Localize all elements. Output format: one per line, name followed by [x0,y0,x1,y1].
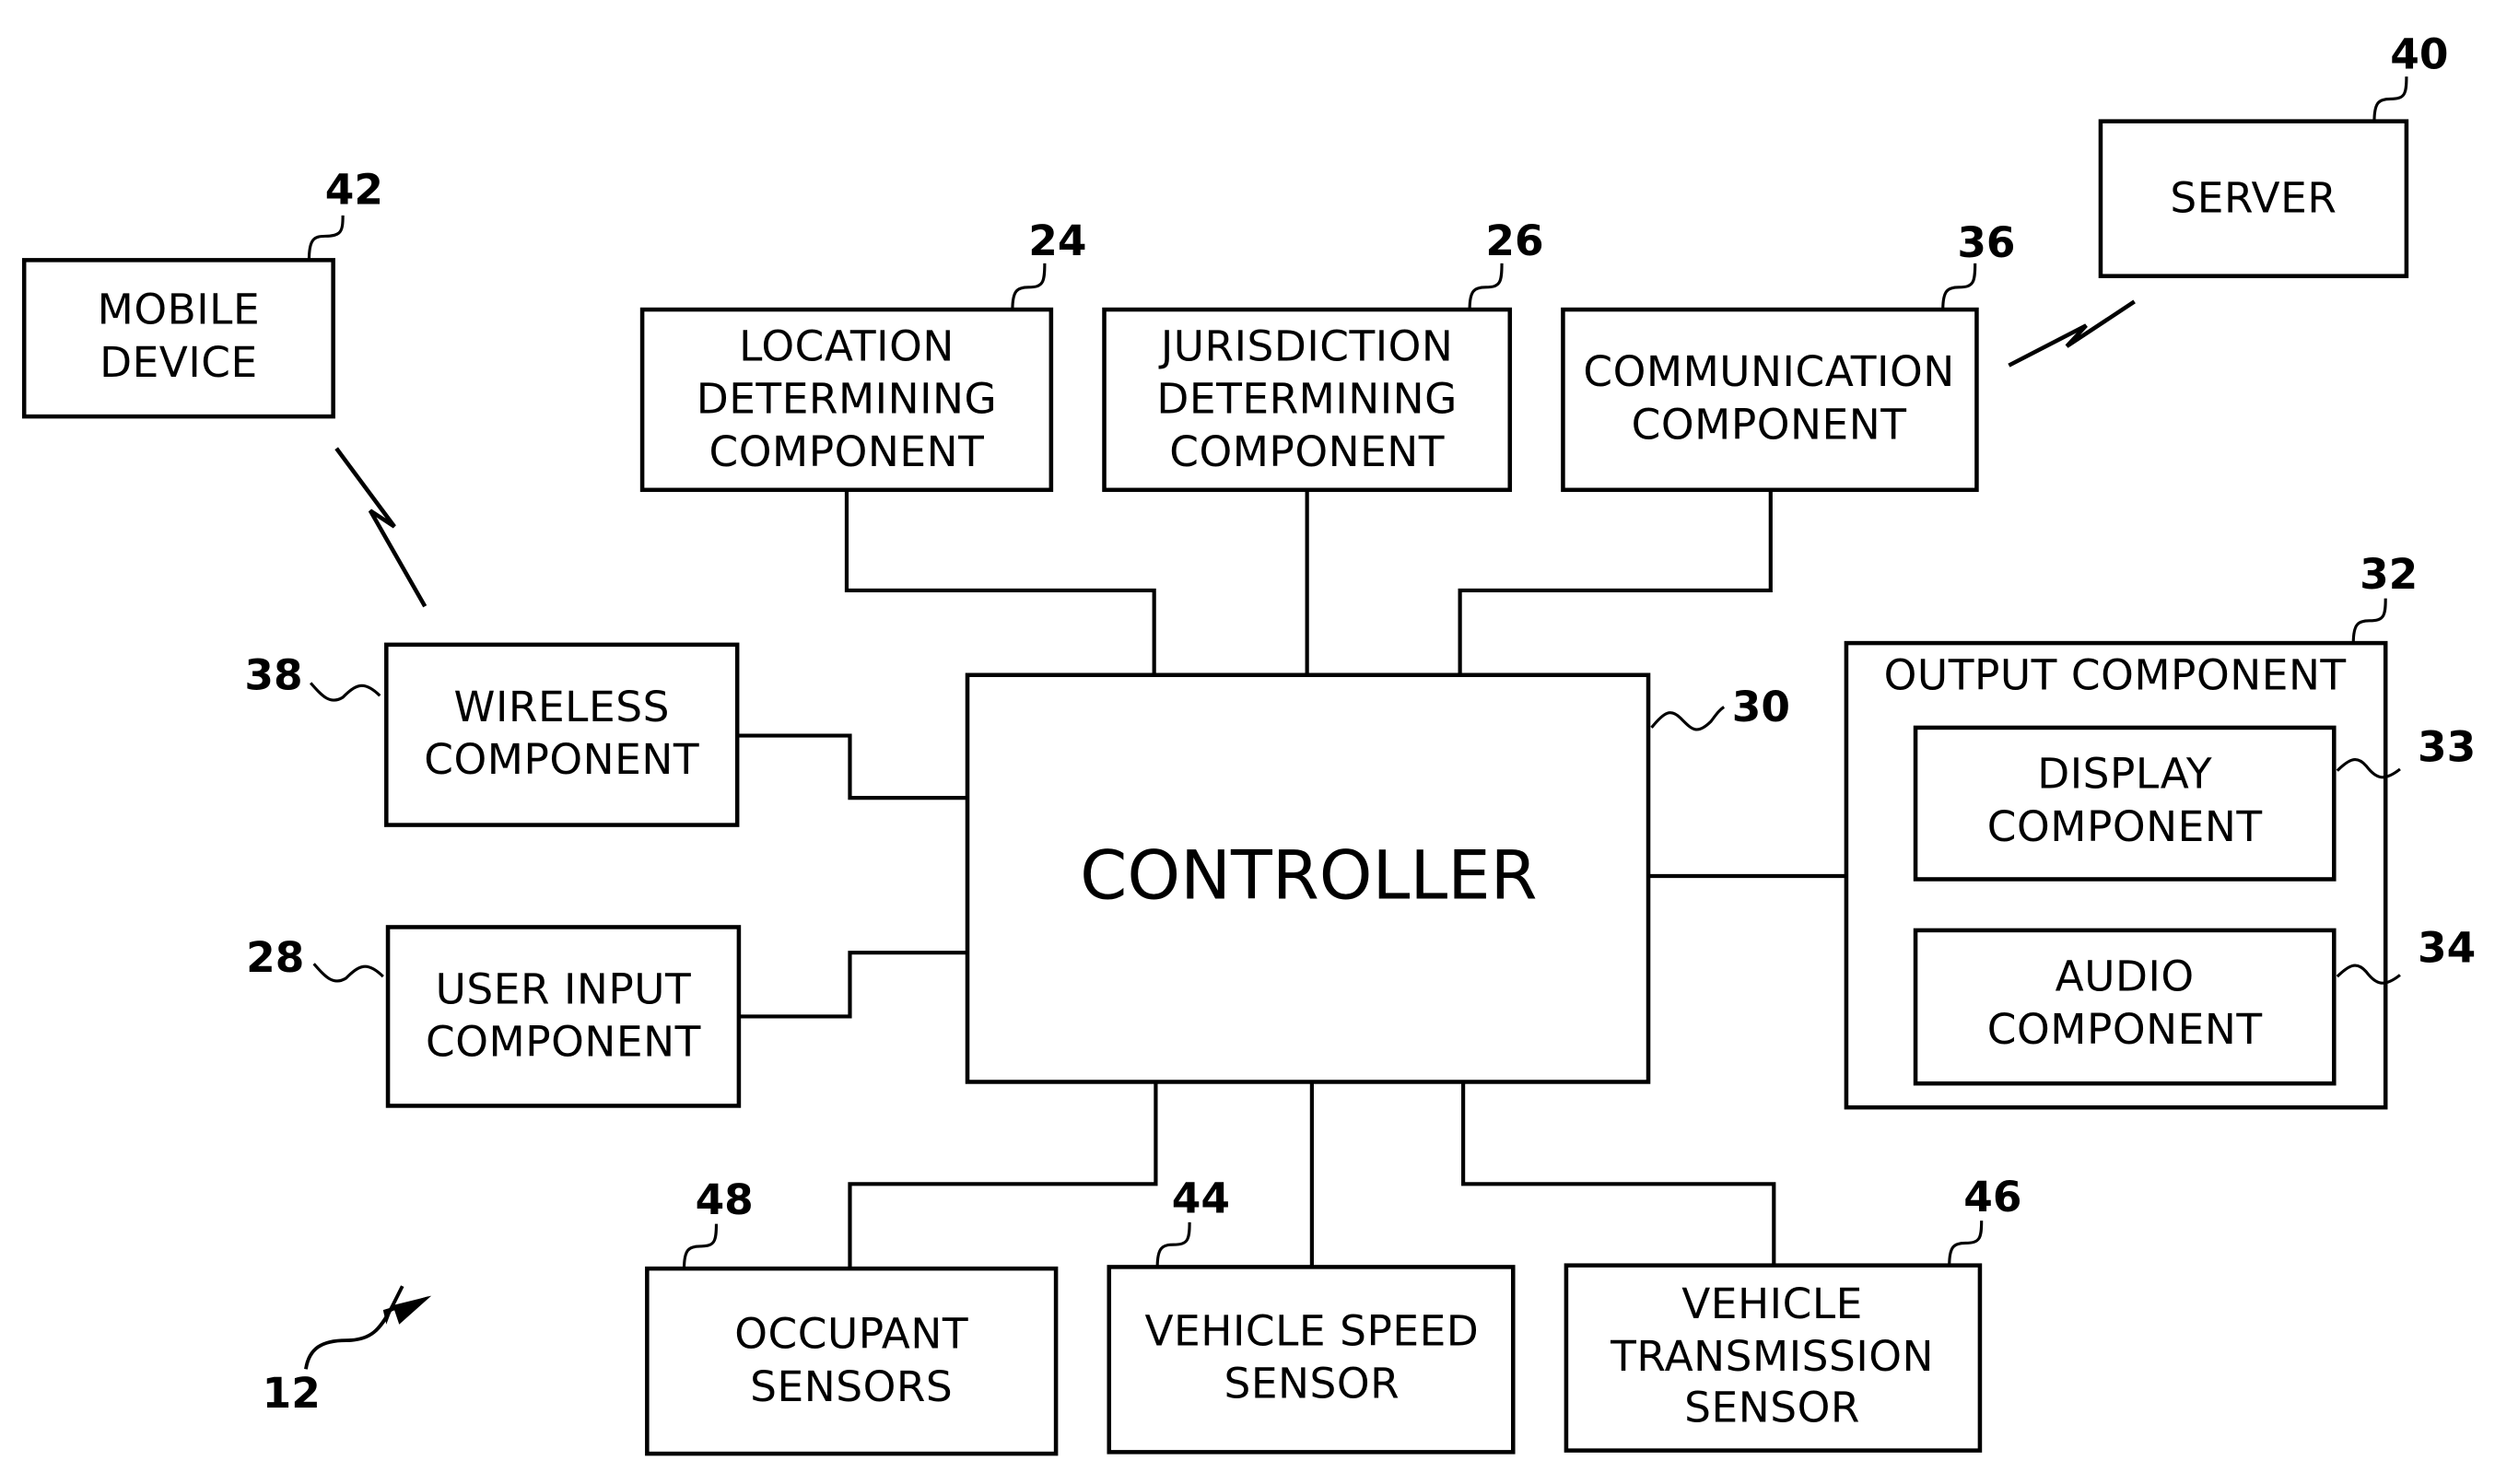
block-title: OUTPUT COMPONENT [1884,651,2347,700]
reference-numeral: 46 [1963,1173,2021,1221]
leader-line [307,215,345,261]
leader-line [2372,76,2408,122]
block-mobile-device[interactable]: MOBILE DEVICE 42 [21,166,383,419]
block-label: CONTROLLER [1080,837,1537,916]
block-label: VEHICLE SPEED [1144,1306,1479,1355]
block-label: TRANSMISSION [1610,1332,1934,1381]
block-display[interactable]: DISPLAY COMPONENT 33 [1913,722,2476,882]
block-vehicle-transmission-sensor[interactable]: VEHICLE TRANSMISSION SENSOR 46 [1564,1173,2022,1453]
wireless-link-icon-mobile [334,447,428,608]
block-location-determining[interactable]: LOCATION DETERMINING COMPONENT 24 [639,216,1086,493]
wire-communication-controller [1458,489,1773,675]
leader-line [1011,263,1047,310]
block-wireless[interactable]: WIRELESS COMPONENT 38 [244,642,740,827]
wire-wireless-controller [737,733,968,800]
leader-line [1468,263,1504,310]
block-label: USER INPUT [436,965,692,1014]
leader-line [1948,1221,1984,1266]
leader-line [682,1223,719,1269]
block-jurisdiction-determining[interactable]: JURISDICTION DETERMINING COMPONENT 26 [1102,216,1544,493]
block-label: DEVICE [100,338,258,387]
reference-numeral: 44 [1172,1174,1230,1223]
block-audio[interactable]: AUDIO COMPONENT 34 [1913,924,2476,1086]
arrowhead-icon [392,1295,432,1325]
reference-numeral: 42 [325,166,383,215]
block-label: COMMUNICATION [1583,347,1954,396]
reference-numeral: 33 [2418,722,2476,771]
wire-transmission-controller [1461,1081,1776,1266]
block-label: LOCATION [739,322,955,371]
reference-numeral: 36 [1957,218,2015,267]
block-label: COMPONENT [1987,802,2263,851]
block-server[interactable]: SERVER 40 [2098,30,2449,278]
block-label: SENSOR [1684,1384,1860,1432]
reference-numeral: 32 [2360,550,2418,599]
block-label: COMPONENT [1987,1005,2263,1054]
leader-line [312,963,384,983]
reference-numeral: 48 [696,1175,754,1224]
wire-location-controller [844,489,1156,675]
reference-numeral: 38 [244,651,302,700]
block-label: AUDIO [2056,952,2195,1001]
leader-line [1650,706,1726,731]
leader-line [1155,1221,1191,1268]
block-label: COMPONENT [1169,427,1445,476]
reference-numeral: 28 [246,933,304,982]
reference-numeral: 26 [1485,216,1543,265]
reference-numeral: 12 [263,1369,321,1418]
vehicle-system-block-diagram: MOBILE DEVICE 42 LOCATION DETERMINING CO… [21,30,2476,1456]
system-reference: 12 [263,1285,432,1418]
block-label: SENSOR [1224,1360,1400,1408]
block-label: SENSORS [750,1362,953,1411]
block-label: COMPONENT [426,1018,701,1067]
block-output[interactable]: OUTPUT COMPONENT 32 DISPLAY COMPONENT 33… [1844,550,2476,1110]
leader-line [310,682,381,702]
block-label: SERVER [2170,174,2337,223]
wireless-link-icon-server [2008,299,2136,368]
block-label: WIRELESS [454,683,670,731]
block-label: DISPLAY [2037,750,2212,799]
leader-line [1941,263,1977,310]
block-controller[interactable]: CONTROLLER 30 [965,672,1790,1084]
block-label: MOBILE [98,286,261,334]
block-label: DETERMINING [697,375,998,424]
reference-numeral: 34 [2418,924,2476,973]
block-communication[interactable]: COMMUNICATION COMPONENT 36 [1561,218,2016,493]
block-label: DETERMINING [1156,375,1458,424]
leader-line [2351,598,2387,644]
wire-userinput-controller [738,951,968,1019]
block-label: COMPONENT [1632,401,1907,450]
reference-numeral: 40 [2390,30,2448,79]
block-label: COMPONENT [424,735,699,784]
block-label: JURISDICTION [1158,322,1454,371]
wire-occupant-controller [848,1081,1158,1269]
block-label: COMPONENT [709,427,985,476]
block-user-input[interactable]: USER INPUT COMPONENT 28 [246,925,742,1108]
block-label: VEHICLE [1681,1280,1863,1328]
reference-numeral: 30 [1732,683,1790,731]
block-label: OCCUPANT [734,1310,968,1359]
system-arrow-icon [304,1285,404,1370]
reference-numeral: 24 [1028,216,1086,265]
